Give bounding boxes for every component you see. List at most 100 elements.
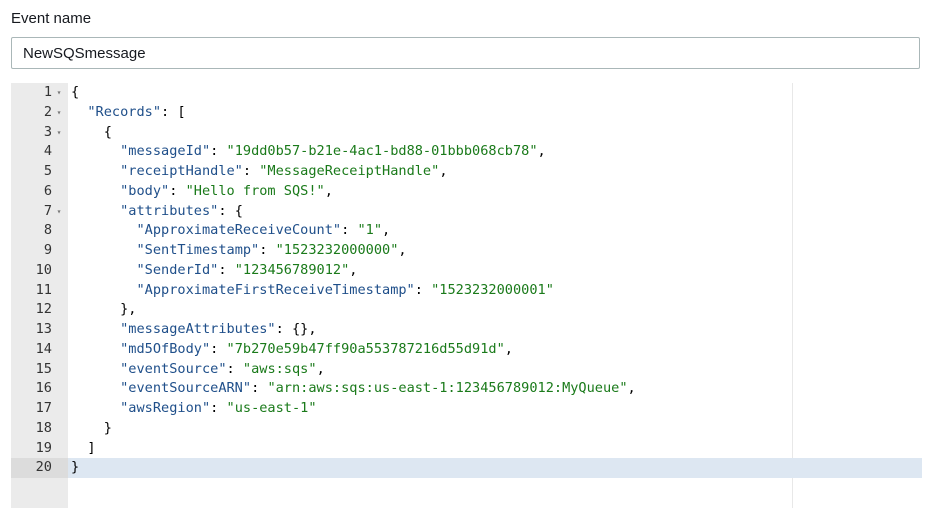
- line-number: 10: [35, 261, 52, 278]
- json-punctuation: }: [71, 419, 112, 436]
- json-punctuation: ,: [382, 222, 391, 239]
- code-line[interactable]: 12 },: [11, 300, 922, 320]
- code-text: {: [71, 123, 922, 143]
- code-text: "receiptHandle": "MessageReceiptHandle",: [71, 162, 922, 182]
- json-punctuation: ,: [439, 163, 448, 179]
- code-text: "SenderId": "123456789012",: [71, 261, 922, 281]
- fold-toggle-icon[interactable]: ▾: [54, 123, 64, 143]
- json-punctuation: :: [251, 380, 268, 397]
- json-string: "1": [357, 222, 383, 239]
- json-key: "ApproximateFirstReceiveTimestamp": [136, 281, 415, 298]
- json-key: "eventSourceARN": [120, 380, 252, 397]
- code-line[interactable]: 19 ]: [11, 439, 922, 459]
- gutter-cell: 14: [11, 340, 68, 360]
- json-punctuation: [71, 163, 120, 179]
- line-number: 14: [35, 340, 52, 357]
- code-text: "eventSource": "aws:sqs",: [71, 360, 922, 380]
- line-number: 16: [35, 380, 52, 397]
- code-text: "md5OfBody": "7b270e59b47ff90a553787216d…: [71, 340, 922, 360]
- line-number: 5: [43, 163, 52, 179]
- gutter-cell: 16: [11, 379, 68, 399]
- json-punctuation: ,: [627, 380, 636, 397]
- gutter-cell: 7 ▾: [11, 202, 68, 222]
- fold-toggle-icon[interactable]: ▾: [54, 202, 64, 222]
- json-punctuation: :: [259, 242, 276, 258]
- json-punctuation: },: [71, 301, 137, 318]
- line-number: 13: [35, 321, 52, 337]
- json-punctuation: [71, 341, 120, 357]
- code-line[interactable]: 20}: [11, 458, 922, 478]
- code-text: }: [71, 419, 922, 439]
- json-punctuation: :: [341, 222, 358, 239]
- json-string: "1523232000000": [275, 242, 399, 258]
- json-punctuation: :: [414, 281, 432, 298]
- json-key: "attributes": [120, 202, 219, 219]
- code-line[interactable]: 14 "md5OfBody": "7b270e59b47ff90a5537872…: [11, 340, 922, 360]
- json-key: "receiptHandle": [120, 163, 243, 179]
- json-code-editor[interactable]: 1 ▾{2 ▾ "Records": [3 ▾ {4 "messageId": "19…: [11, 83, 922, 508]
- code-line[interactable]: 16 "eventSourceARN": "arn:aws:sqs:us-eas…: [11, 379, 922, 399]
- code-line[interactable]: 11 "ApproximateFirstReceiveTimestamp": "…: [11, 281, 922, 301]
- json-punctuation: {: [71, 84, 80, 100]
- json-key: "body": [120, 182, 170, 199]
- code-text: "awsRegion": "us-east-1": [71, 399, 922, 419]
- code-line[interactable]: 17 "awsRegion": "us-east-1": [11, 399, 922, 419]
- code-line[interactable]: 10 "SenderId": "123456789012",: [11, 261, 922, 281]
- fold-toggle-icon[interactable]: ▾: [54, 83, 64, 103]
- line-number: 11: [35, 281, 52, 298]
- line-number: 15: [35, 360, 52, 377]
- gutter-cell: 15: [11, 360, 68, 380]
- code-line[interactable]: 8 "ApproximateReceiveCount": "1",: [11, 221, 922, 241]
- json-punctuation: [71, 361, 120, 377]
- json-punctuation: [71, 222, 136, 238]
- json-punctuation: [71, 282, 136, 298]
- code-line[interactable]: 5 "receiptHandle": "MessageReceiptHandle…: [11, 162, 922, 182]
- gutter-cell: 20: [11, 458, 68, 478]
- code-line[interactable]: 3 ▾ {: [11, 123, 922, 143]
- json-punctuation: ,: [504, 340, 513, 357]
- json-string: "Hello from SQS!": [185, 182, 325, 199]
- code-text: "eventSourceARN": "arn:aws:sqs:us-east-1…: [71, 379, 922, 399]
- gutter-cell: 4: [11, 142, 68, 162]
- code-text: "Records": [: [71, 103, 922, 123]
- code-text: "messageAttributes": {},: [71, 320, 922, 340]
- code-line[interactable]: 13 "messageAttributes": {},: [11, 320, 922, 340]
- gutter-cell: 17: [11, 399, 68, 419]
- code-line[interactable]: 2 ▾ "Records": [: [11, 103, 922, 123]
- json-punctuation: {: [71, 123, 112, 140]
- json-punctuation: [71, 143, 120, 159]
- json-punctuation: :: [218, 261, 235, 278]
- line-number: 12: [35, 301, 52, 318]
- code-text: ]: [71, 439, 922, 459]
- json-key: "awsRegion": [120, 400, 211, 416]
- gutter-cell: 10: [11, 261, 68, 281]
- gutter-cell: 1 ▾: [11, 83, 68, 103]
- fold-toggle-icon[interactable]: ▾: [54, 103, 64, 123]
- code-line[interactable]: 15 "eventSource": "aws:sqs",: [11, 360, 922, 380]
- json-punctuation: :: [169, 182, 186, 199]
- gutter-cell: 11: [11, 281, 68, 301]
- code-line[interactable]: 18 }: [11, 419, 922, 439]
- code-line[interactable]: 7 ▾ "attributes": {: [11, 202, 922, 222]
- json-key: "SentTimestamp": [136, 242, 260, 258]
- json-punctuation: [71, 242, 136, 258]
- code-line[interactable]: 6 "body": "Hello from SQS!",: [11, 182, 922, 202]
- json-key: "eventSource": [120, 360, 227, 377]
- json-punctuation: ,: [324, 182, 333, 199]
- line-number: 2: [43, 103, 52, 120]
- gutter-cell: 13: [11, 320, 68, 340]
- event-name-input[interactable]: [11, 37, 920, 69]
- json-punctuation: :: [210, 143, 227, 160]
- line-number: 7: [43, 202, 52, 219]
- json-string: "1523232000001": [431, 281, 554, 298]
- code-line[interactable]: 4 "messageId": "19dd0b57-b21e-4ac1-bd88-…: [11, 142, 922, 162]
- code-line[interactable]: 9 "SentTimestamp": "1523232000000",: [11, 241, 922, 261]
- code-line[interactable]: 1 ▾{: [11, 83, 922, 103]
- json-string: "aws:sqs": [242, 360, 317, 377]
- line-number: 20: [35, 459, 52, 476]
- line-number: 6: [43, 182, 52, 199]
- code-text: {: [71, 83, 922, 103]
- gutter-cell: 2 ▾: [11, 103, 68, 123]
- json-key: "md5OfBody": [120, 340, 211, 357]
- json-key: "messageAttributes": [120, 321, 276, 337]
